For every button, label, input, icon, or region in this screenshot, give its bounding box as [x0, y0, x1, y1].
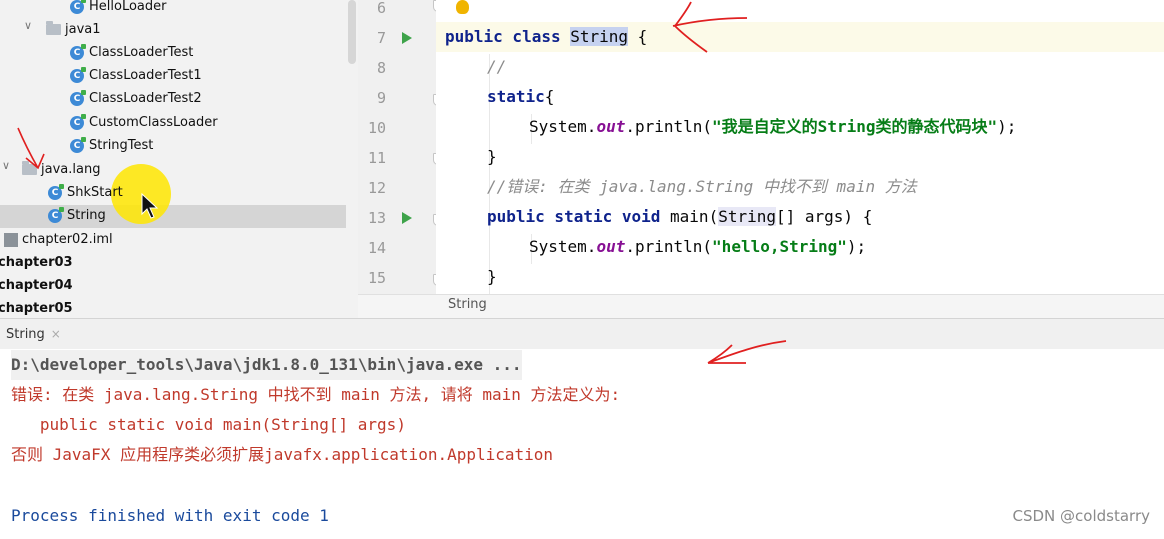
code-line-13: public static void main(String[] args) {	[487, 207, 873, 226]
tree-item-chapter02-iml[interactable]: chapter02.iml	[4, 229, 113, 251]
tree-item-helloloader[interactable]: C HelloLoader	[70, 0, 166, 18]
tree-item-classloadertest1[interactable]: C ClassLoaderTest1	[70, 65, 202, 87]
line-number: 6	[376, 0, 386, 17]
module-file-icon	[4, 232, 18, 247]
line-number: 7	[376, 29, 386, 47]
run-class-icon[interactable]	[402, 32, 412, 44]
line-number: 14	[367, 239, 386, 257]
class-icon: C	[48, 206, 64, 223]
class-icon: C	[70, 66, 86, 83]
scrollbar-thumb[interactable]	[348, 0, 356, 64]
code-line-8: //	[487, 57, 507, 76]
console-error-line: 否则 JavaFX 应用程序类必须扩展javafx.application.Ap…	[11, 445, 554, 464]
code-line-7: public class String {	[445, 27, 648, 46]
tree-item-classloadertest2[interactable]: C ClassLoaderTest2	[70, 88, 202, 110]
run-console[interactable]: D:\developer_tools\Java\jdk1.8.0_131\bin…	[0, 340, 1164, 539]
console-command-line: D:\developer_tools\Java\jdk1.8.0_131\bin…	[11, 350, 522, 380]
class-icon: C	[70, 0, 86, 14]
tree-item-classloadertest[interactable]: C ClassLoaderTest	[70, 42, 193, 64]
editor-gutter: 6 7 8 9 10 11 12 13 14 15	[358, 0, 444, 294]
line-number: 11	[367, 149, 386, 167]
console-exit-line: Process finished with exit code 1	[11, 506, 329, 525]
chevron-down-icon[interactable]: ∨	[2, 159, 10, 172]
class-icon: C	[70, 43, 86, 60]
code-line-14: System.out.println("hello,String");	[529, 237, 867, 256]
code-editor[interactable]: public class String { // static{ System.…	[436, 0, 1164, 294]
code-line-10: System.out.println("我是自定义的String类的静态代码块"…	[529, 117, 1017, 136]
tree-item-chapter04[interactable]: chapter04	[0, 275, 73, 297]
line-number: 13	[367, 209, 386, 227]
red-annotation-arrow	[707, 340, 787, 364]
tree-item-shkstart[interactable]: C ShkStart	[48, 182, 123, 204]
tree-item-customclassloader[interactable]: C CustomClassLoader	[70, 112, 218, 134]
console-error-line: public static void main(String[] args)	[11, 415, 406, 434]
mouse-pointer-icon	[141, 192, 159, 219]
class-icon: C	[70, 136, 86, 153]
package-icon	[46, 21, 61, 35]
class-icon: C	[70, 89, 86, 106]
line-number: 12	[367, 179, 386, 197]
tree-item-stringtest[interactable]: C StringTest	[70, 135, 153, 157]
code-line-12: //错误: 在类 java.lang.String 中找不到 main 方法	[487, 177, 917, 196]
project-tree[interactable]: C HelloLoader ∨ java1 C ClassLoaderTest CC…	[0, 0, 346, 318]
line-number: 10	[367, 119, 386, 137]
lightbulb-icon[interactable]	[456, 0, 469, 14]
selected-class-name[interactable]: String	[570, 27, 629, 46]
line-number: 9	[376, 89, 386, 107]
run-tool-window-header: String ×	[0, 318, 1164, 350]
watermark: CSDN @coldstarry	[1012, 507, 1150, 525]
tree-item-chapter03[interactable]: chapter03	[0, 252, 73, 274]
red-annotation-arrow	[672, 1, 748, 53]
tree-item-java1[interactable]: java1	[46, 19, 101, 41]
code-line-11: }	[487, 147, 497, 166]
tree-item-string[interactable]: C String	[48, 205, 106, 227]
tree-scrollbar[interactable]	[346, 0, 358, 318]
line-number: 8	[376, 59, 386, 77]
code-line-9: static{	[487, 87, 555, 106]
line-number: 15	[367, 269, 386, 287]
editor-breadcrumb[interactable]: String	[358, 294, 1164, 319]
class-icon: C	[48, 183, 64, 200]
chevron-down-icon[interactable]: ∨	[24, 19, 32, 32]
code-line-15: }	[487, 267, 497, 286]
red-annotation-arrow	[17, 127, 45, 170]
run-tab-string[interactable]: String ×	[0, 319, 67, 349]
tree-item-chapter05[interactable]: chapter05	[0, 298, 73, 318]
run-main-icon[interactable]	[402, 212, 412, 224]
console-error-line: 错误: 在类 java.lang.String 中找不到 main 方法, 请将…	[11, 385, 621, 404]
close-icon[interactable]: ×	[51, 327, 61, 341]
class-icon: C	[70, 113, 86, 130]
